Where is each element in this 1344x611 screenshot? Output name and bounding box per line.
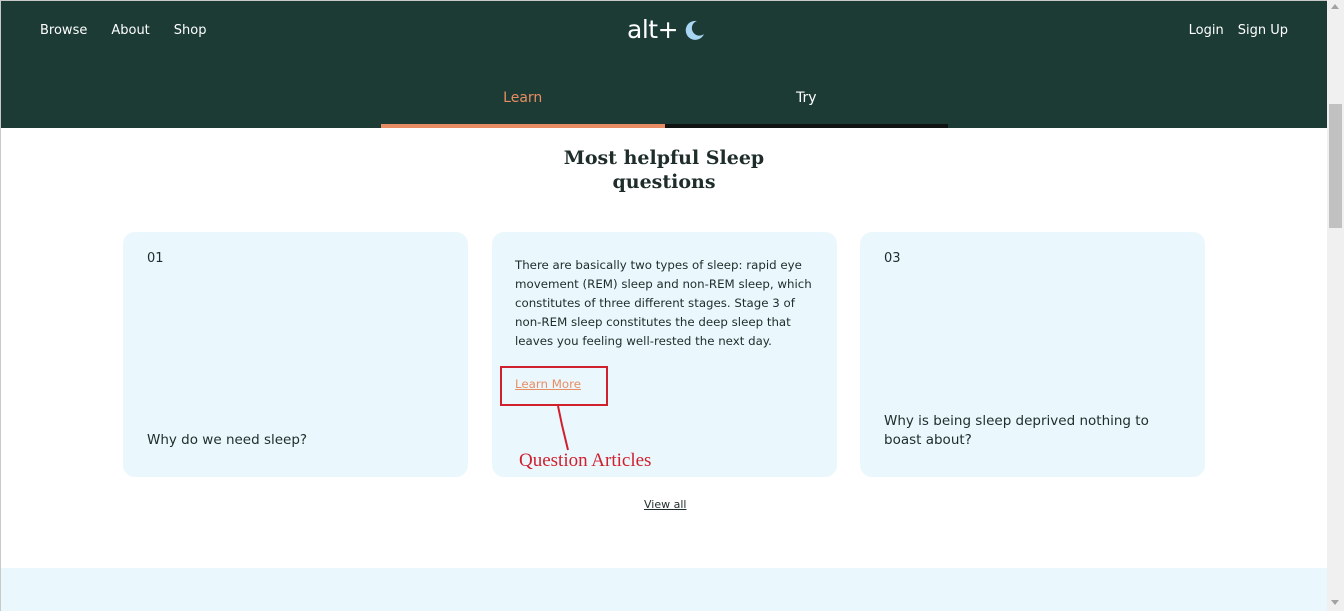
nav-shop-link[interactable]: Shop [174,23,207,38]
card-question: Why do we need sleep? [147,432,308,448]
page: Browse About Shop alt+ Login Sign Up Lea… [0,0,1327,611]
question-card-3[interactable]: 03 Why is being sleep deprived nothing t… [860,232,1205,477]
section-title-line1: Most helpful Sleep [563,147,765,169]
tab-try-label: Try [795,90,817,106]
moon-icon [685,20,705,40]
annotation-highlight-box [500,366,608,406]
card-answer: There are basically two types of sleep: … [515,258,812,348]
learn-try-tabs: Learn Try [381,83,948,128]
tab-learn[interactable]: Learn [381,83,665,128]
nav-browse-link[interactable]: Browse [40,23,87,38]
tab-try-indicator [664,124,948,128]
logo-text: alt+ [627,15,679,44]
scroll-up-icon[interactable] [1331,4,1339,9]
site-logo[interactable]: alt+ [627,15,706,44]
next-section-band [1,568,1327,611]
scroll-thumb[interactable] [1329,104,1342,228]
site-header: Browse About Shop alt+ Login Sign Up Lea… [1,1,1327,128]
tab-learn-label: Learn [503,90,543,106]
section-title: Most helpful Sleep questions [541,146,787,194]
section-title-line2: questions [612,171,716,193]
vertical-scrollbar[interactable] [1327,0,1344,611]
annotation-label: Question Articles [519,450,652,471]
question-card-1[interactable]: 01 Why do we need sleep? [123,232,468,477]
primary-nav: Browse About Shop [40,23,206,38]
question-card-2[interactable]: There are basically two types of sleep: … [492,232,837,477]
tab-try[interactable]: Try [664,83,948,128]
scroll-down-icon[interactable] [1331,600,1339,605]
tab-learn-indicator [381,124,665,128]
view-all-link[interactable]: View all [644,498,686,511]
card-number: 03 [884,251,901,266]
card-question: Why is being sleep deprived nothing to b… [884,413,1149,448]
login-link[interactable]: Login [1189,23,1224,38]
nav-about-link[interactable]: About [111,23,149,38]
account-nav: Login Sign Up [1189,23,1288,38]
signup-link[interactable]: Sign Up [1238,23,1288,38]
card-number: 01 [147,251,164,266]
